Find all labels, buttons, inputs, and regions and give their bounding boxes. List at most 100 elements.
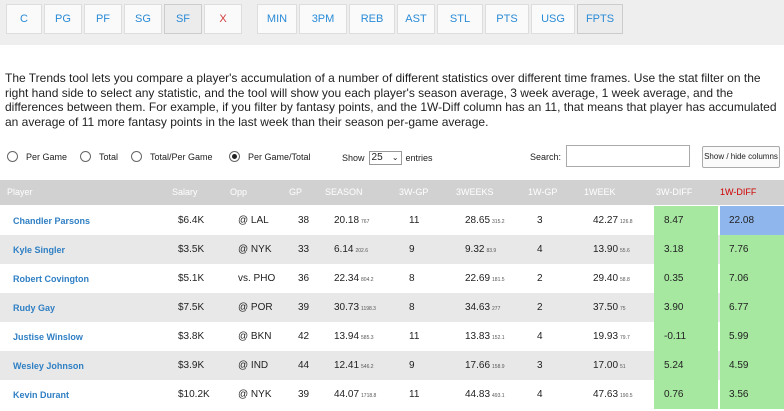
opponent-value: vs. PHO [238,273,276,284]
player-name-link[interactable]: Kevin Durant [13,390,69,400]
search-label: Search: [530,152,562,162]
opponent-value: @ LAL [238,215,269,226]
opponent-value: @ POR [238,302,273,313]
gp-1w-value: 4 [537,244,543,255]
radio-circle[interactable] [131,151,142,162]
player-name-link[interactable]: Justise Winslow [13,332,83,342]
season-value: 22.34 804.2 [334,273,374,284]
radio-circle[interactable] [7,151,18,162]
weeks3-avg: 22.69 [465,273,491,284]
column-header-1week[interactable]: 1WEEK [584,187,616,197]
show-hide-columns-button[interactable]: Show / hide columns [702,146,780,168]
gp-1w-value: 4 [537,331,543,342]
player-name-link[interactable]: Rudy Gay [13,303,55,313]
weeks3-total: 315.2 [492,219,505,225]
player-name-link[interactable]: Kyle Singler [13,245,65,255]
season-avg: 13.94 [334,331,360,342]
entries-suffix: entries [405,153,433,163]
gp-3w-value: 11 [409,331,420,342]
season-value: 6.14 202.6 [334,244,368,255]
gp-1w-value: 3 [537,215,543,226]
gp-3w-value: 8 [409,273,415,284]
season-avg: 12.41 [334,360,360,371]
gp-1w-value: 4 [537,389,543,400]
column-header-3w-diff[interactable]: 3W-DIFF [656,187,692,197]
stat-filter-usg[interactable]: USG [531,4,575,34]
week1-total: 51 [620,364,626,370]
week1-total: 55.6 [620,248,630,254]
stat-filter-min[interactable]: MIN [257,4,297,34]
table-row: Chandler Parsons $6.4K @ LAL 38 20.18 767 11 28… [0,206,784,235]
week1-avg: 47.63 [593,389,619,400]
weeks3-total: 83.9 [486,248,497,254]
week1-total: 75 [620,306,626,312]
table-row: Justise Winslow $3.8K @ BKN 42 13.94 585.3 11 1… [0,322,784,351]
week1-avg: 37.50 [593,302,619,313]
diff-1w-value: 4.59 [729,360,749,371]
season-total: 202.6 [355,248,368,254]
table-row: Kevin Durant $10.2K @ NYK 39 44.07 1718.8 11 44… [0,380,784,409]
week1-avg: 17.00 [593,360,619,371]
player-name-link[interactable]: Wesley Johnson [13,361,84,371]
column-header-season[interactable]: SEASON [325,187,363,197]
column-header-3w-gp[interactable]: 3W-GP [399,187,428,197]
radio-total-per-game[interactable]: Total/Per Game [131,151,213,162]
radio-total[interactable]: Total [80,151,118,162]
diff-3w-value: -0.11 [664,331,687,342]
radio-per-game[interactable]: Per Game [7,151,67,162]
column-header-salary[interactable]: Salary [172,187,198,197]
player-name-link[interactable]: Robert Covington [13,274,89,284]
radio-label: Per Game [26,151,68,162]
weeks3-total: 493.1 [492,393,505,399]
opponent-value: @ BKN [238,331,272,342]
column-header-player[interactable]: Player [7,187,33,197]
entries-select[interactable]: 25 ⌄ [368,151,402,165]
week1-total: 126.8 [620,219,633,225]
week1-avg: 13.90 [593,244,619,255]
season-avg: 20.18 [334,215,360,226]
radio-label: Per Game/Total [248,151,311,162]
opponent-value: @ NYK [238,244,272,255]
games-played-value: 36 [298,273,310,284]
table-row: Rudy Gay $7.5K @ POR 39 30.73 1198.3 8 34.63 277… [0,293,784,322]
filter-position-pg[interactable]: PG [44,4,82,34]
radio-circle[interactable] [80,151,91,162]
show-label: Show [342,153,365,163]
column-header-1w-diff[interactable]: 1W-DIFF [720,187,756,197]
column-header-gp[interactable]: GP [289,187,302,197]
filter-position-pf[interactable]: PF [84,4,122,34]
stat-filter-stl[interactable]: STL [437,4,483,34]
week1-value: 17.00 51 [593,360,626,371]
diff-1w-value: 6.77 [729,302,749,313]
diff-1w-value: 7.76 [729,244,749,255]
weeks3-value: 17.66 158.9 [465,360,505,371]
stat-filter-reb[interactable]: REB [349,4,395,34]
stat-filter-fpts[interactable]: FPTS [577,4,623,34]
column-header-3weeks[interactable]: 3WEEKS [456,187,494,197]
diff-3w-value: 0.35 [664,273,684,284]
stat-filter-pts[interactable]: PTS [485,4,529,34]
radio-per-game-total[interactable]: Per Game/Total [229,151,311,162]
player-name-link[interactable]: Chandler Parsons [13,216,90,226]
season-avg: 30.73 [334,302,360,313]
weeks3-avg: 9.32 [465,244,485,255]
season-total: 767 [361,219,370,225]
search-input[interactable] [566,145,690,167]
stat-filter-3pm[interactable]: 3PM [299,4,347,34]
filter-position-sg[interactable]: SG [124,4,162,34]
season-avg: 6.14 [334,244,354,255]
stat-filter-ast[interactable]: AST [397,4,435,34]
salary-value: $3.5K [178,244,205,255]
diff-3w-value: 0.76 [664,389,684,400]
filter-position-sf[interactable]: SF [164,4,202,34]
column-header-1w-gp[interactable]: 1W-GP [528,187,557,197]
clear-filter-button[interactable]: X [204,4,242,34]
filter-position-c[interactable]: C [6,4,42,34]
salary-value: $3.8K [178,331,205,342]
games-played-value: 44 [298,360,310,371]
season-value: 13.94 585.3 [334,331,374,342]
column-header-opp[interactable]: Opp [230,187,247,197]
radio-circle-selected[interactable] [229,151,240,162]
table-row: Wesley Johnson $3.9K @ IND 44 12.41 546.2 9 17.… [0,351,784,380]
weeks3-value: 13.83 152.1 [465,331,505,342]
